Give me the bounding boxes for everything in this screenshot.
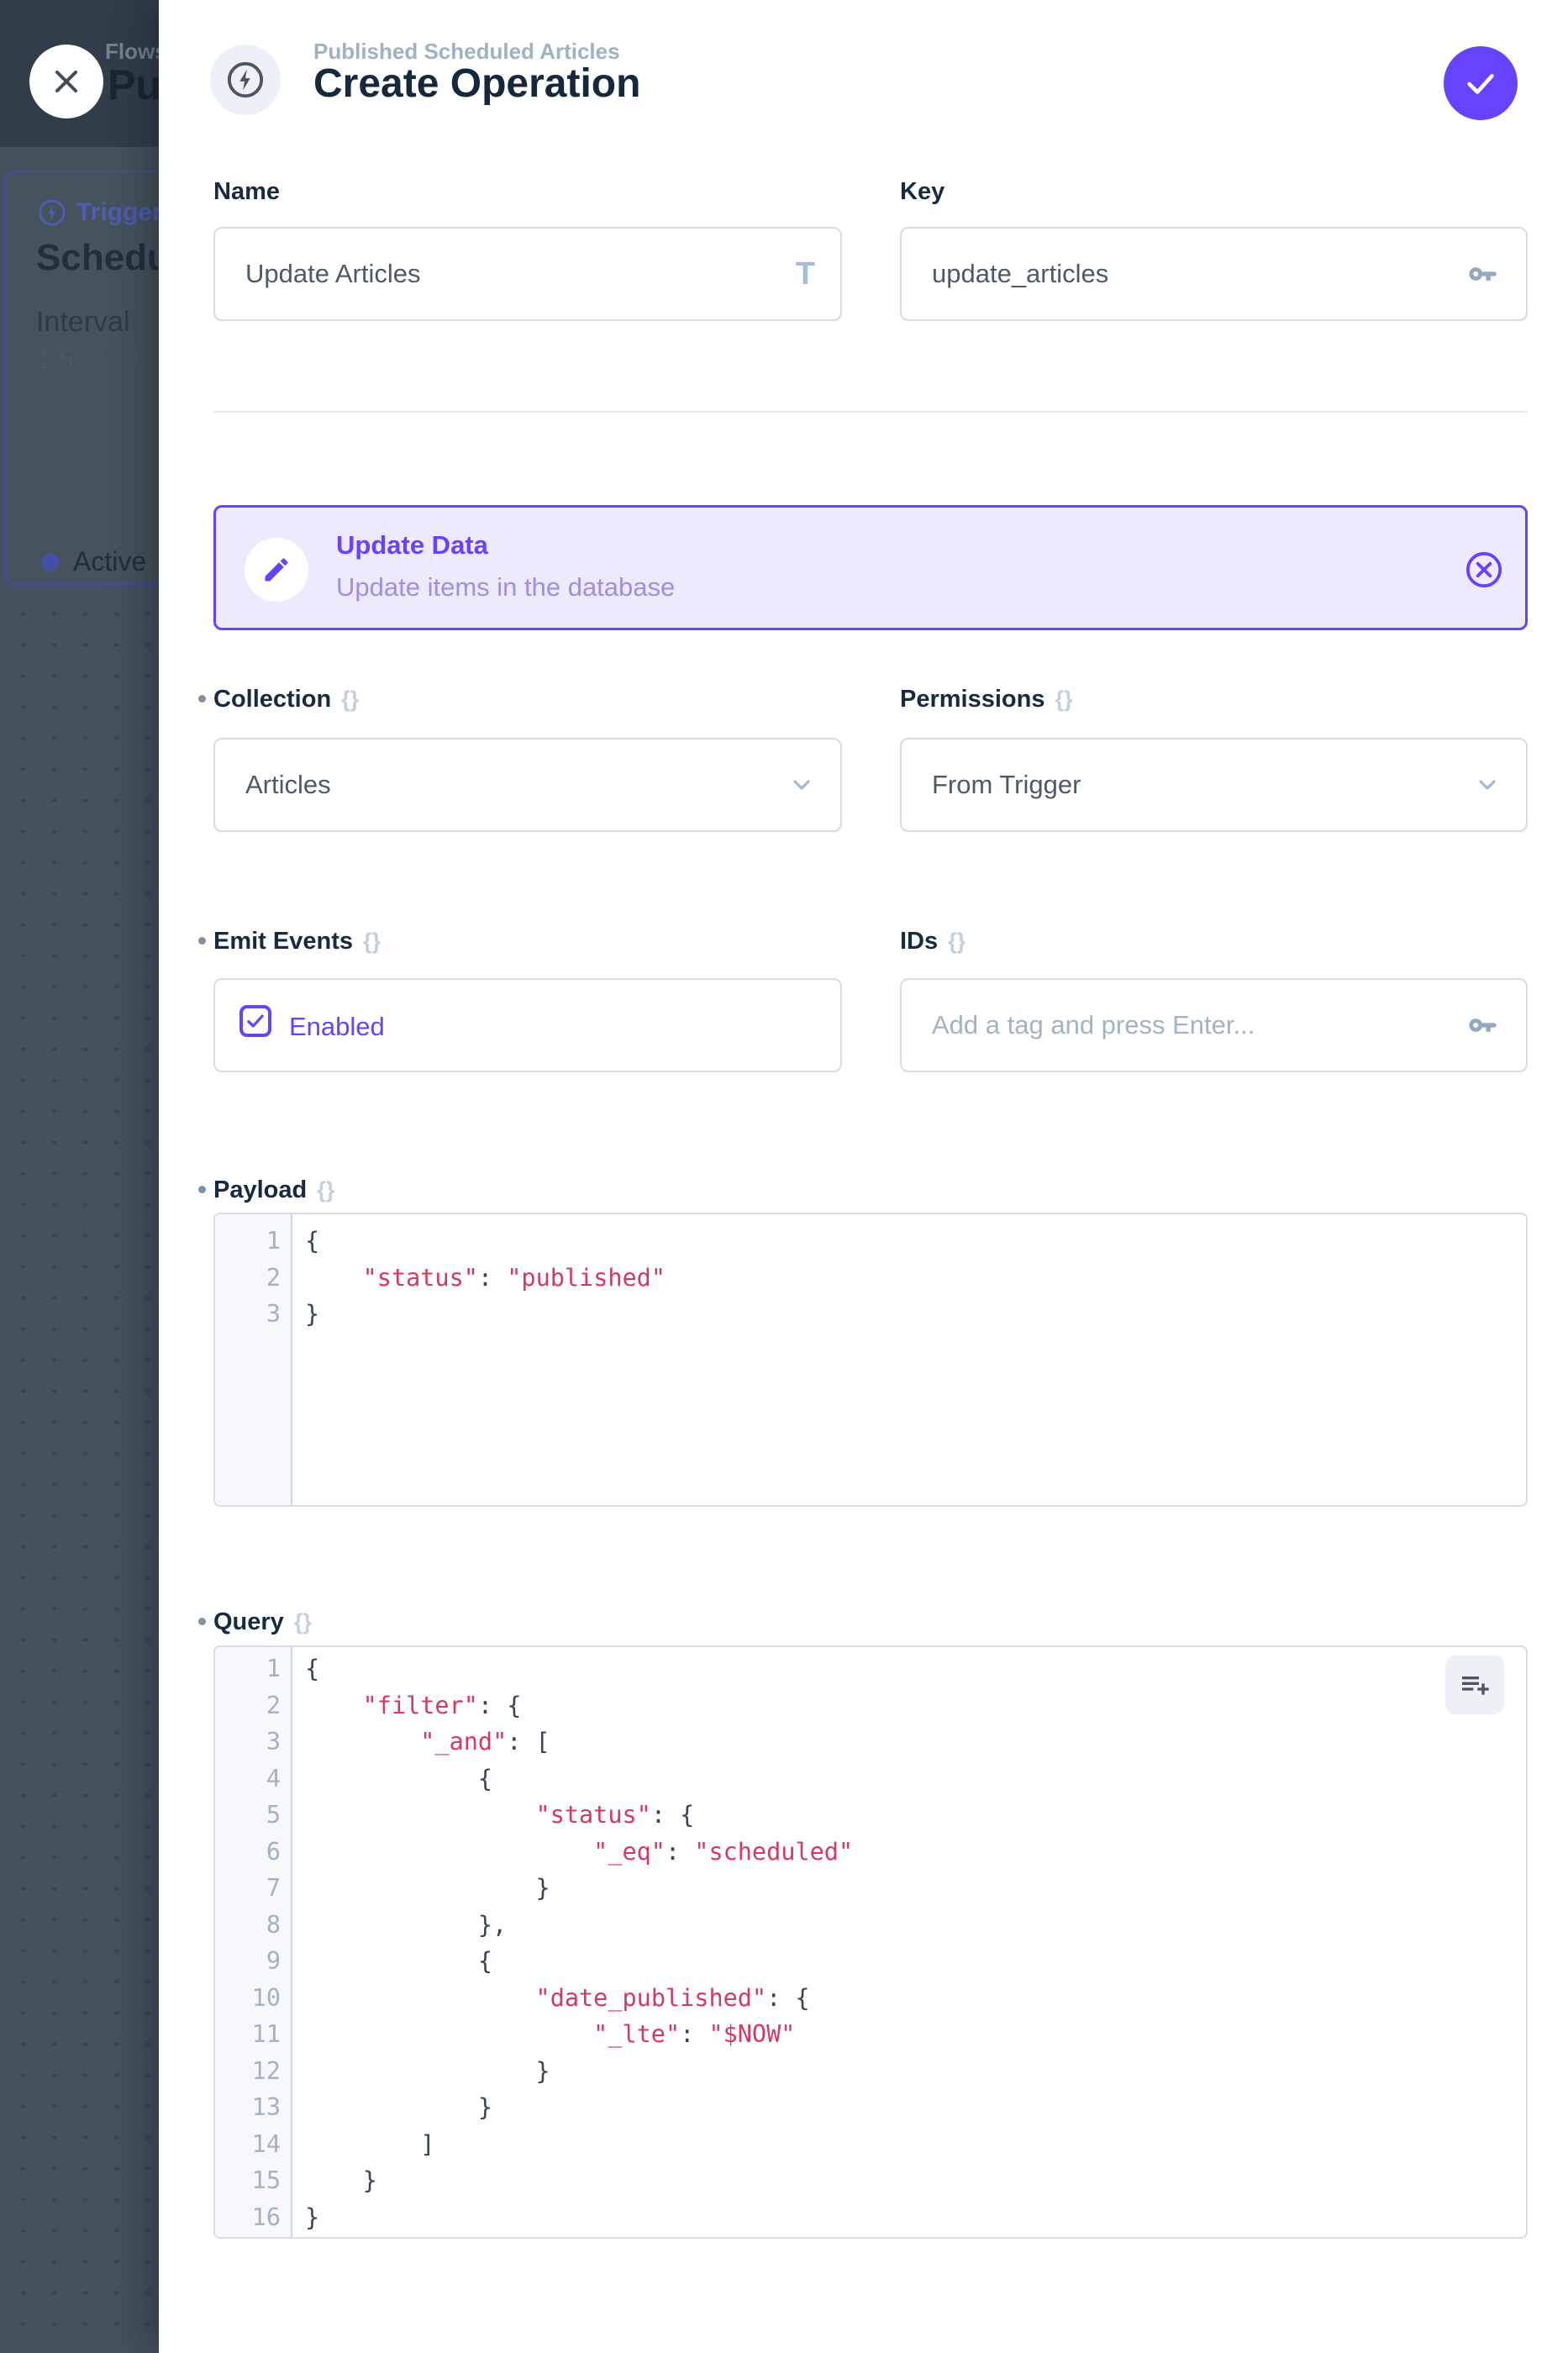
permissions-value: From Trigger xyxy=(932,770,1474,800)
pencil-icon xyxy=(261,555,292,585)
flows-canvas-dot-grid xyxy=(0,587,159,2353)
emit-events-checkbox[interactable] xyxy=(239,1005,271,1037)
check-icon xyxy=(1461,64,1500,103)
query-code-editor[interactable]: 12345678910111213141516 { "filter": { "_… xyxy=(213,1645,1528,2239)
ids-tag-input[interactable]: Add a tag and press Enter... xyxy=(900,978,1528,1072)
key-icon xyxy=(1465,256,1501,292)
emit-events-label-text: Emit Events xyxy=(213,928,353,955)
payload-label-text: Payload xyxy=(213,1176,307,1204)
remove-operation-type-icon[interactable] xyxy=(1465,550,1503,589)
add-filter-button[interactable] xyxy=(1445,1656,1504,1714)
operation-type-banner[interactable]: Update Data Update items in the database xyxy=(213,505,1528,630)
close-icon xyxy=(48,63,85,100)
name-label: Name xyxy=(213,176,280,207)
flows-page-backdrop: Flows Published Scheduled Articles Trigg… xyxy=(0,0,159,2353)
payload-label: Payload {} xyxy=(213,1175,334,1205)
ids-label-text: IDs xyxy=(900,928,938,955)
trigger-bolt-icon xyxy=(38,198,66,227)
ids-placeholder: Add a tag and press Enter... xyxy=(932,1010,1465,1040)
permissions-label: Permissions {} xyxy=(900,684,1073,714)
permissions-select[interactable]: From Trigger xyxy=(900,738,1528,832)
checkmark-icon xyxy=(245,1010,266,1032)
playlist-add-icon xyxy=(1458,1668,1492,1702)
key-icon xyxy=(1465,1008,1501,1043)
operation-icon-circle xyxy=(210,45,281,115)
collection-value: Articles xyxy=(245,770,788,800)
banner-icon-circle xyxy=(245,538,308,602)
braces-icon: {} xyxy=(1055,687,1072,713)
key-value: update_articles xyxy=(932,259,1465,289)
key-input[interactable]: update_articles xyxy=(900,227,1528,321)
key-label: Key xyxy=(900,176,944,207)
bolt-circle-icon xyxy=(226,61,265,99)
braces-icon: {} xyxy=(948,929,966,955)
payload-code-editor[interactable]: 123 { "status": "published"} xyxy=(213,1213,1528,1507)
banner-subtitle: Update items in the database xyxy=(336,572,675,603)
required-dot xyxy=(198,937,206,945)
banner-title: Update Data xyxy=(336,530,488,561)
trigger-card[interactable]: Trigger Scheduled Interval 15 * * * * Ac… xyxy=(3,171,159,586)
status-label: Active xyxy=(73,546,146,577)
collection-select[interactable]: Articles xyxy=(213,738,842,832)
payload-code[interactable]: { "status": "published"} xyxy=(292,1214,1526,1505)
save-button[interactable] xyxy=(1444,46,1518,120)
braces-icon: {} xyxy=(317,1177,334,1203)
query-label: Query {} xyxy=(213,1607,312,1637)
trigger-card-cron-value: 15 * * * * xyxy=(36,345,159,376)
required-dot xyxy=(198,1186,206,1193)
permissions-label-text: Permissions xyxy=(900,686,1044,713)
emit-events-label: Emit Events {} xyxy=(213,926,381,956)
emit-events-checkbox-label[interactable]: Enabled xyxy=(289,980,385,1074)
trigger-card-field-label: Interval xyxy=(36,306,130,339)
name-input[interactable]: Update Articles T xyxy=(213,227,842,321)
collection-label: Collection {} xyxy=(213,684,359,714)
flows-page-title: Published Scheduled Articles xyxy=(108,61,159,109)
name-value: Update Articles xyxy=(245,259,796,289)
required-dot xyxy=(198,695,206,703)
query-label-text: Query xyxy=(213,1608,284,1636)
close-drawer-button[interactable] xyxy=(29,45,103,118)
braces-icon: {} xyxy=(294,1609,312,1635)
name-label-text: Name xyxy=(213,178,280,206)
key-label-text: Key xyxy=(900,178,944,206)
collection-label-text: Collection xyxy=(213,686,331,713)
query-code[interactable]: { "filter": { "_and": [ { "status": { "_… xyxy=(292,1647,1526,2237)
ids-label: IDs {} xyxy=(900,926,966,956)
emit-events-field: Enabled xyxy=(213,978,842,1072)
section-divider xyxy=(213,411,1528,413)
status-dot xyxy=(41,553,60,571)
braces-icon: {} xyxy=(363,929,381,955)
trigger-card-type-label: Trigger xyxy=(76,198,159,227)
query-gutter: 12345678910111213141516 xyxy=(215,1647,292,2237)
trigger-card-status[interactable]: Active xyxy=(41,546,159,577)
page-title: Create Operation xyxy=(313,61,640,107)
chevron-down-icon xyxy=(788,771,815,798)
required-dot xyxy=(198,1618,206,1625)
chevron-down-icon xyxy=(1474,771,1501,798)
create-operation-drawer: Published Scheduled Articles Create Oper… xyxy=(159,0,1568,2353)
payload-gutter: 123 xyxy=(215,1214,292,1505)
trigger-card-title: Scheduled xyxy=(36,237,159,279)
braces-icon: {} xyxy=(341,687,359,713)
text-title-icon: T xyxy=(796,256,815,292)
trigger-card-type: Trigger xyxy=(38,198,159,227)
